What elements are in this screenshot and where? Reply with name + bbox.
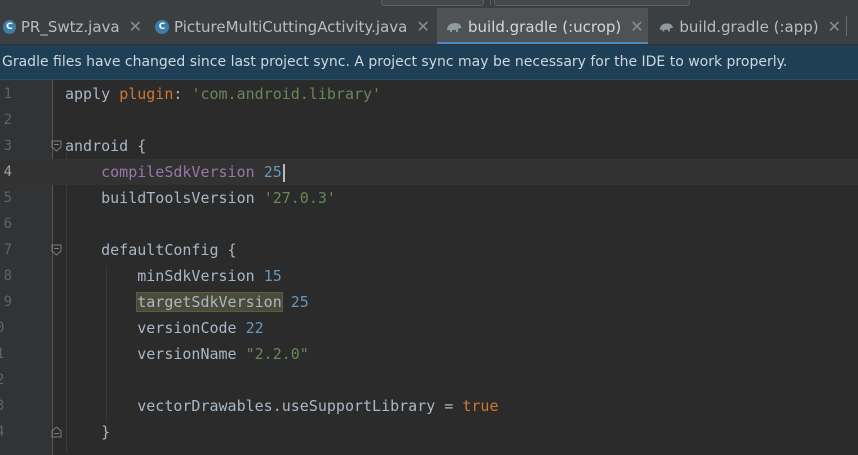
line-number: 1 bbox=[0, 346, 5, 362]
tab-pr-swtz-java[interactable]: C PR_Swtz.java ✕ bbox=[0, 8, 142, 44]
code-line[interactable]: 4 compileSdkVersion 25 bbox=[0, 159, 858, 185]
code-editor[interactable]: 1 apply plugin: 'com.android.library' 2 3 an… bbox=[0, 80, 858, 455]
banner-message: Gradle files have changed since last pro… bbox=[2, 54, 788, 70]
code-text: versionCode 22 bbox=[65, 315, 264, 341]
text-caret bbox=[282, 163, 285, 182]
code-token: : bbox=[173, 85, 192, 103]
code-line[interactable]: 7 defaultConfig { bbox=[0, 237, 858, 263]
tab-build-gradle-app[interactable]: build.gradle (:app) ✕ bbox=[651, 8, 841, 44]
line-number bbox=[0, 445, 32, 455]
code-token: apply bbox=[65, 85, 120, 103]
code-token: versionCode bbox=[137, 319, 246, 337]
tab-overflow-edge[interactable] bbox=[846, 16, 858, 36]
toolbar-dropdown[interactable] bbox=[381, 0, 484, 6]
line-number: 4 bbox=[3, 164, 12, 180]
fold-open-icon[interactable] bbox=[51, 244, 62, 256]
code-token: 25 bbox=[290, 293, 309, 311]
gradle-elephant-icon bbox=[447, 22, 462, 32]
toolbar-strip bbox=[0, 0, 858, 8]
code-line[interactable]: 6 bbox=[0, 211, 858, 237]
code-token: '27.0.3' bbox=[263, 189, 336, 207]
tab-label: PR_Swtz.java bbox=[20, 17, 120, 36]
java-class-icon: C bbox=[3, 19, 16, 34]
code-line[interactable] bbox=[0, 445, 858, 455]
code-line[interactable]: 0 versionCode 22 bbox=[0, 315, 858, 341]
code-text: minSdkVersion 15 bbox=[65, 263, 282, 289]
tab-label: build.gradle (:app) bbox=[679, 17, 819, 36]
code-token: vectorDrawables.useSupportLibrary = bbox=[137, 397, 463, 415]
line-number: 9 bbox=[3, 294, 12, 310]
line-number: 4 bbox=[0, 424, 5, 440]
code-token: 'com.android.library' bbox=[191, 85, 382, 103]
code-text: defaultConfig { bbox=[65, 237, 237, 263]
code-line[interactable]: 2 bbox=[0, 107, 858, 133]
line-number: 3 bbox=[0, 398, 5, 414]
line-number: 5 bbox=[3, 190, 12, 206]
code-token: 15 bbox=[263, 267, 282, 285]
code-token: android { bbox=[65, 137, 147, 155]
toolbar-separator bbox=[490, 0, 491, 6]
fold-close-icon[interactable] bbox=[51, 426, 62, 438]
code-line[interactable]: 2 bbox=[0, 367, 858, 393]
java-class-icon: C bbox=[155, 19, 169, 34]
line-number: 3 bbox=[3, 138, 12, 154]
code-token: minSdkVersion bbox=[137, 267, 264, 285]
code-line[interactable]: 1 versionName "2.2.0" bbox=[0, 341, 858, 367]
close-icon[interactable]: ✕ bbox=[630, 17, 643, 36]
code-text: targetSdkVersion 25 bbox=[65, 289, 309, 315]
code-line[interactable]: 3 vectorDrawables.useSupportLibrary = tr… bbox=[0, 393, 858, 419]
code-token: versionName bbox=[137, 345, 246, 363]
toolbar-dropdown-device[interactable] bbox=[494, 0, 690, 6]
code-token: targetSdkVersion bbox=[136, 292, 283, 312]
code-line[interactable]: 9 targetSdkVersion 25 bbox=[0, 289, 858, 315]
tab-picture-multi-cutting-activity[interactable]: C PictureMultiCuttingActivity.java ✕ bbox=[152, 8, 434, 44]
code-text: apply plugin: 'com.android.library' bbox=[65, 81, 381, 107]
code-line[interactable]: 8 minSdkVersion 15 bbox=[0, 263, 858, 289]
line-number: 2 bbox=[0, 372, 5, 388]
line-number: 7 bbox=[3, 242, 12, 258]
gradle-elephant-icon bbox=[659, 22, 674, 32]
code-text: versionName "2.2.0" bbox=[65, 341, 309, 367]
close-icon[interactable]: ✕ bbox=[129, 17, 142, 36]
line-number: 8 bbox=[3, 268, 12, 284]
close-icon[interactable]: ✕ bbox=[828, 17, 841, 36]
code-token: plugin bbox=[119, 85, 174, 103]
code-token: } bbox=[101, 423, 111, 441]
code-token: defaultConfig { bbox=[101, 241, 237, 259]
code-text: } bbox=[65, 419, 110, 445]
tab-build-gradle-ucrop[interactable]: build.gradle (:ucrop) ✕ bbox=[437, 8, 648, 44]
line-number: 2 bbox=[3, 112, 12, 128]
code-token: compileSdkVersion bbox=[101, 163, 255, 181]
code-line[interactable]: 4 } bbox=[0, 419, 858, 445]
code-token: 22 bbox=[245, 319, 264, 337]
code-line[interactable]: 1 apply plugin: 'com.android.library' bbox=[0, 81, 858, 107]
tab-label: PictureMultiCuttingActivity.java bbox=[174, 17, 408, 36]
code-token: true bbox=[462, 397, 499, 415]
code-text: compileSdkVersion 25 bbox=[65, 159, 285, 185]
sync-notification-banner: Gradle files have changed since last pro… bbox=[0, 45, 858, 80]
line-number: 1 bbox=[3, 86, 12, 102]
code-line[interactable]: 3 android { bbox=[0, 133, 858, 159]
code-line[interactable]: 5 buildToolsVersion '27.0.3' bbox=[0, 185, 858, 211]
code-text: vectorDrawables.useSupportLibrary = true bbox=[65, 393, 498, 419]
tab-label: build.gradle (:ucrop) bbox=[468, 17, 622, 36]
code-token: "2.2.0" bbox=[245, 345, 309, 363]
code-token: 25 bbox=[263, 163, 282, 181]
editor-tab-bar: C PR_Swtz.java ✕ C PictureMultiCuttingAc… bbox=[0, 0, 858, 45]
line-number: 0 bbox=[0, 320, 5, 336]
code-text: buildToolsVersion '27.0.3' bbox=[65, 185, 336, 211]
line-number: 6 bbox=[3, 216, 12, 232]
close-icon[interactable]: ✕ bbox=[416, 17, 429, 36]
code-text: android { bbox=[65, 133, 146, 159]
fold-open-icon[interactable] bbox=[51, 140, 62, 152]
code-token: buildToolsVersion bbox=[101, 189, 264, 207]
